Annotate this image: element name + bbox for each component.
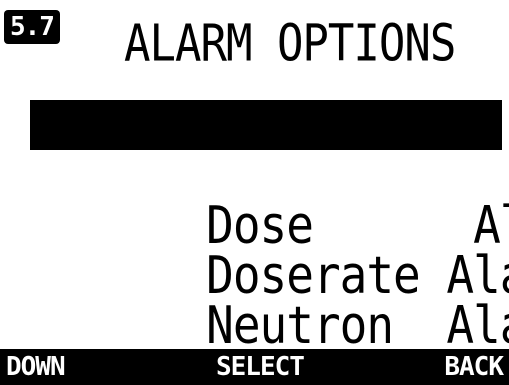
menu-item-dose-alarm-level[interactable]: Dose Alarm Lv (30, 150, 509, 253)
select-softkey[interactable]: SELECT (216, 349, 305, 385)
page-title: ALARM OPTIONS (124, 14, 456, 73)
menu-item-neutron-alarm-level[interactable]: Neutron Alarm Lv (30, 250, 509, 353)
back-softkey[interactable]: BACK (444, 349, 504, 385)
menu-number-badge: 5.7 (4, 10, 60, 44)
menu-item-alarm-indications[interactable]: Alarm Indications (30, 100, 509, 203)
menu-item-doserate-alarm-level[interactable]: Doserate Alarm Lv (30, 200, 509, 303)
device-screen: 5.7 ALARM OPTIONS Alarm Indications Dose… (0, 0, 509, 385)
down-softkey[interactable]: DOWN (6, 349, 66, 385)
header: 5.7 ALARM OPTIONS (0, 0, 509, 82)
menu-item-label: Neutron Alarm Lv (206, 294, 509, 356)
softkey-bar: DOWN SELECT BACK (0, 349, 509, 385)
